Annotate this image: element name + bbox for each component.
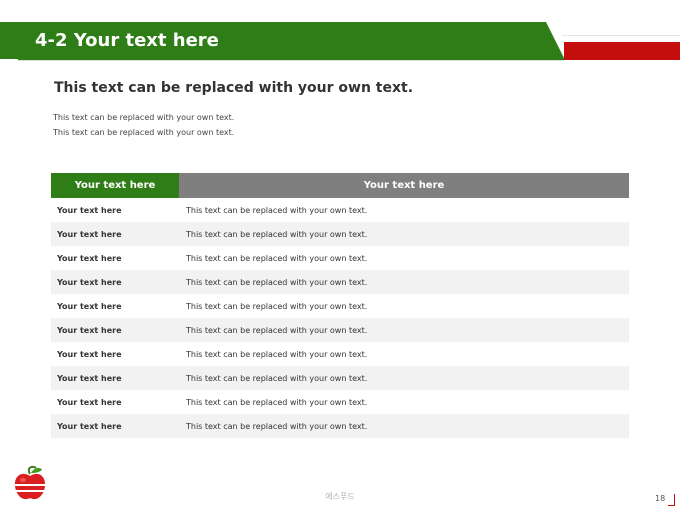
table-row: Your text here This text can be replaced … [51,390,629,414]
row-description: This text can be replaced with your own … [186,277,368,287]
row-description: This text can be replaced with your own … [186,301,368,311]
table-row: Your text here This text can be replaced … [51,318,629,342]
header-underline [18,60,564,61]
footer-brand-text: 애스푸드 [325,492,355,501]
table-row: Your text here This text can be replaced … [51,414,629,438]
page-number-corner [668,494,675,506]
data-table: Your text here Your text here Your text … [51,173,629,438]
page-title: 4-2 Your text here [35,30,219,51]
row-label: Your text here [57,277,122,287]
body-text-line-1: This text can be replaced with your own … [53,113,235,122]
row-label: Your text here [57,229,122,239]
row-label: Your text here [57,373,122,383]
row-description: This text can be replaced with your own … [186,205,368,215]
row-label: Your text here [57,325,122,335]
row-description: This text can be replaced with your own … [186,229,368,239]
row-description: This text can be replaced with your own … [186,325,368,335]
row-label: Your text here [57,349,122,359]
subtitle: This text can be replaced with your own … [54,80,414,96]
table-header-cell-2: Your text here [179,173,629,198]
table-row: Your text here This text can be replaced … [51,342,629,366]
table-row: Your text here This text can be replaced … [51,270,629,294]
header-red-accent [564,42,680,60]
row-description: This text can be replaced with your own … [186,349,368,359]
table-header-cell-1: Your text here [51,173,179,198]
table-row: Your text here This text can be replaced … [51,246,629,270]
row-label: Your text here [57,205,122,215]
row-description: This text can be replaced with your own … [186,421,368,431]
page-number: 18 [655,494,666,503]
table-row: Your text here This text can be replaced … [51,222,629,246]
row-label: Your text here [57,301,122,311]
body-text-line-2: This text can be replaced with your own … [53,128,235,137]
header-divider [0,59,18,61]
table-row: Your text here This text can be replaced … [51,366,629,390]
table-body: Your text here This text can be replaced … [51,198,629,438]
row-description: This text can be replaced with your own … [186,397,368,407]
header-thin-line [562,35,680,36]
table-row: Your text here This text can be replaced … [51,198,629,222]
row-description: This text can be replaced with your own … [186,373,368,383]
row-description: This text can be replaced with your own … [186,253,368,263]
row-label: Your text here [57,421,122,431]
row-label: Your text here [57,253,122,263]
table-row: Your text here This text can be replaced … [51,294,629,318]
row-label: Your text here [57,397,122,407]
table-header: Your text here Your text here [51,173,629,198]
